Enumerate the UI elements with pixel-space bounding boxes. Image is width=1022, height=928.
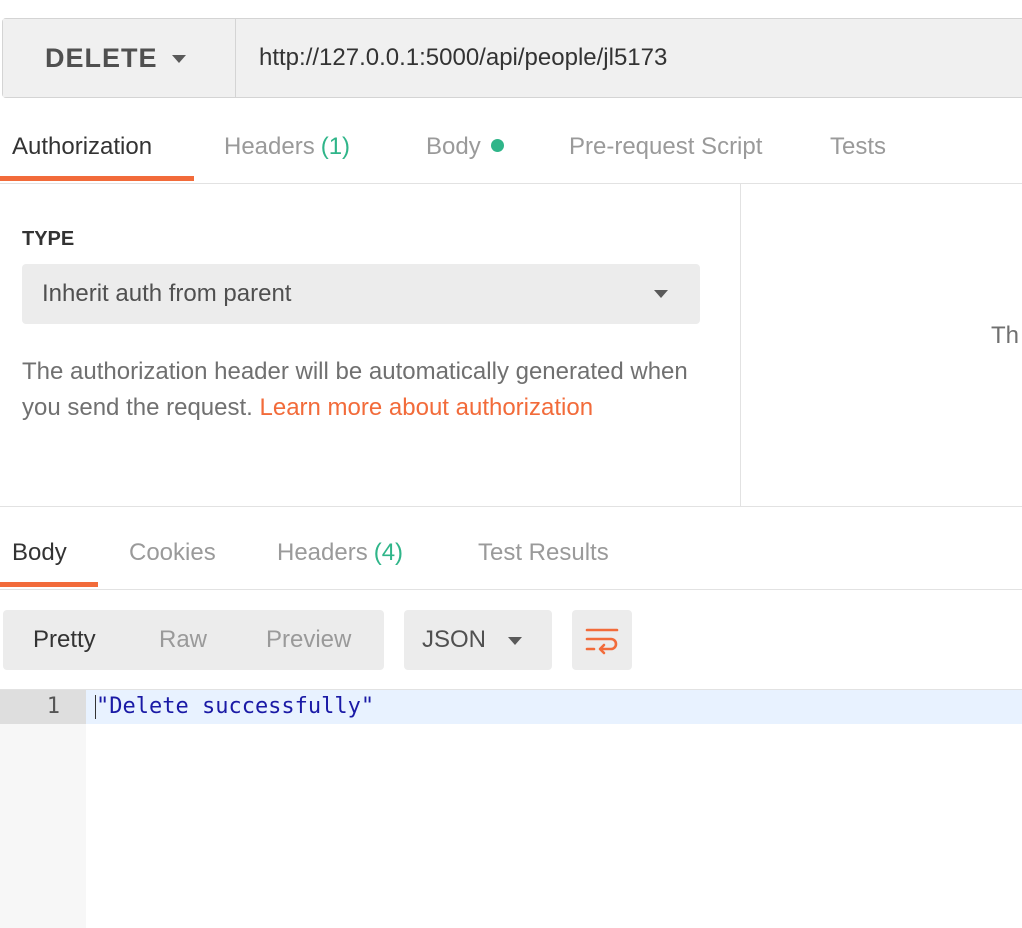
- learn-more-auth-link[interactable]: Learn more about authorization: [260, 394, 594, 421]
- view-mode-pretty[interactable]: Pretty: [33, 610, 96, 670]
- tab-label: Cookies: [129, 539, 216, 566]
- response-body-editor[interactable]: "Delete successfully": [86, 690, 1022, 928]
- tab-pre-request-script[interactable]: Pre-request Script: [569, 112, 762, 184]
- tab-body[interactable]: Body: [426, 112, 504, 184]
- line-number-gutter: 1: [0, 690, 86, 928]
- tab-label: Pre-request Script: [569, 133, 763, 160]
- tab-label: Test Results: [478, 539, 609, 566]
- header-count-badge: (4): [373, 539, 404, 566]
- view-mode-raw[interactable]: Raw: [159, 610, 207, 670]
- active-tab-indicator: [0, 176, 194, 181]
- tab-response-headers[interactable]: Headers (4): [277, 518, 403, 590]
- body-indicator-dot-icon: [490, 139, 504, 152]
- auth-help-text: The authorization header will be automat…: [22, 354, 722, 426]
- section-divider: [0, 506, 1022, 507]
- line-number: 1: [46, 694, 60, 719]
- authorization-panel: TYPE Inherit auth from parent The author…: [0, 184, 741, 506]
- header-count-badge: (1): [320, 133, 351, 160]
- auth-type-value: Inherit auth from parent: [42, 280, 292, 307]
- tab-authorization[interactable]: Authorization: [12, 112, 152, 184]
- chevron-down-icon: [172, 55, 186, 63]
- active-tab-indicator: [0, 582, 98, 587]
- active-line-gutter: [0, 690, 86, 724]
- tab-response-body[interactable]: Body: [12, 518, 67, 590]
- auth-type-select[interactable]: Inherit auth from parent: [22, 264, 700, 324]
- tab-label: Tests: [830, 133, 887, 160]
- view-mode-preview[interactable]: Preview: [266, 610, 351, 670]
- auth-info-text: Th: [991, 322, 1020, 349]
- tab-cookies[interactable]: Cookies: [129, 518, 216, 590]
- format-select[interactable]: JSON: [404, 610, 552, 670]
- tab-label: Headers: [224, 133, 315, 160]
- wrap-lines-button[interactable]: [572, 610, 632, 670]
- method-label: DELETE: [45, 43, 158, 73]
- tab-label: Body: [426, 133, 481, 160]
- response-tabs: Body Cookies Headers (4) Test Results: [0, 518, 1022, 590]
- chevron-down-icon: [508, 637, 522, 645]
- tab-label: Authorization: [12, 133, 153, 160]
- format-label: JSON: [422, 626, 487, 653]
- tab-headers[interactable]: Headers (1): [224, 112, 350, 184]
- request-tabs: Authorization Headers (1) Body Pre-reques…: [0, 112, 1022, 184]
- view-mode-group: Pretty Raw Preview: [3, 610, 384, 670]
- method-select[interactable]: DELETE: [3, 19, 236, 97]
- auth-type-label: TYPE: [22, 228, 75, 250]
- auth-info-panel: Th: [742, 184, 1022, 506]
- tab-label: Headers: [277, 539, 368, 566]
- request-bar: DELETE: [2, 18, 1022, 98]
- url-input[interactable]: [237, 19, 1022, 97]
- tab-label: Body: [12, 539, 67, 566]
- tab-test-results[interactable]: Test Results: [478, 518, 609, 590]
- chevron-down-icon: [654, 290, 668, 298]
- tab-tests[interactable]: Tests: [830, 112, 886, 184]
- code-line: "Delete successfully": [96, 694, 375, 719]
- wrap-lines-icon: [585, 628, 619, 655]
